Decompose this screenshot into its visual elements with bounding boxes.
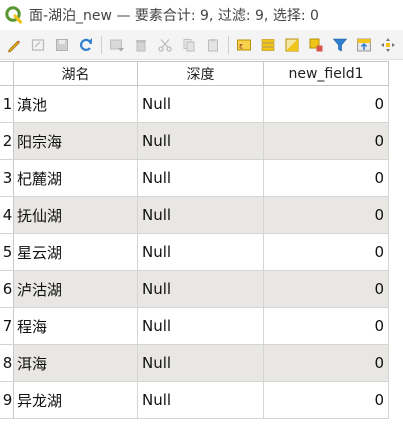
copy-button[interactable] (179, 35, 199, 55)
cell-new-field1[interactable]: 0 (264, 160, 389, 196)
toggle-editing-icon (8, 39, 21, 52)
cell-lake-name[interactable]: 泸沽湖 (14, 271, 138, 307)
invert-selection-icon (285, 38, 299, 51)
table-row[interactable]: 5 星云湖 Null 0 (0, 234, 389, 271)
svg-text:ε: ε (239, 41, 243, 50)
row-index[interactable]: 8 (0, 345, 14, 381)
toggle-multi-edit-button[interactable] (28, 35, 48, 55)
cell-lake-name[interactable]: 星云湖 (14, 234, 138, 270)
row-index[interactable]: 4 (0, 197, 14, 233)
cell-new-field1[interactable]: 0 (264, 86, 389, 122)
row-index[interactable]: 9 (0, 382, 14, 418)
pan-to-selected-icon (381, 37, 395, 52)
toolbar-separator (101, 35, 102, 54)
select-by-expression-icon: ε (237, 39, 251, 50)
save-edits-icon (56, 38, 68, 51)
reload-icon (79, 37, 93, 51)
column-header-depth[interactable]: 深度 (138, 62, 264, 85)
cell-lake-name[interactable]: 洱海 (14, 345, 138, 381)
cell-new-field1[interactable]: 0 (264, 123, 389, 159)
paste-icon (208, 38, 218, 51)
toggle-multi-edit-icon (31, 38, 45, 51)
row-index[interactable]: 7 (0, 308, 14, 344)
move-selection-to-top-button[interactable] (354, 35, 374, 55)
cell-depth[interactable]: Null (138, 234, 264, 270)
cell-depth[interactable]: Null (138, 345, 264, 381)
table-header-row: 湖名 深度 new_field1 (0, 62, 389, 86)
attribute-table-toolbar: ε (0, 30, 403, 60)
row-index[interactable]: 1 (0, 86, 14, 122)
table-row[interactable]: 2 阳宗海 Null 0 (0, 123, 389, 160)
add-feature-icon (110, 39, 124, 51)
deselect-all-icon (309, 38, 323, 51)
cut-icon (158, 38, 172, 52)
cell-lake-name[interactable]: 程海 (14, 308, 138, 344)
cell-new-field1[interactable]: 0 (264, 271, 389, 307)
cell-depth[interactable]: Null (138, 160, 264, 196)
delete-feature-button[interactable] (131, 35, 151, 55)
cell-depth[interactable]: Null (138, 197, 264, 233)
cell-lake-name[interactable]: 滇池 (14, 86, 138, 122)
reload-button[interactable] (76, 35, 96, 55)
cut-button[interactable] (155, 35, 175, 55)
select-all-icon (261, 38, 275, 51)
column-header-name[interactable]: 湖名 (14, 62, 138, 85)
row-index[interactable]: 6 (0, 271, 14, 307)
cell-new-field1[interactable]: 0 (264, 234, 389, 270)
table-row[interactable]: 6 泸沽湖 Null 0 (0, 271, 389, 308)
invert-selection-button[interactable] (282, 35, 302, 55)
cell-new-field1[interactable]: 0 (264, 382, 389, 418)
table-row[interactable]: 3 杞麓湖 Null 0 (0, 160, 389, 197)
filter-icon (332, 38, 348, 51)
cell-depth[interactable]: Null (138, 308, 264, 344)
table-row[interactable]: 1 滇池 Null 0 (0, 86, 389, 123)
cell-new-field1[interactable]: 0 (264, 345, 389, 381)
row-index[interactable]: 3 (0, 160, 14, 196)
row-index-header[interactable] (0, 62, 14, 85)
cell-new-field1[interactable]: 0 (264, 308, 389, 344)
cell-lake-name[interactable]: 阳宗海 (14, 123, 138, 159)
cell-new-field1[interactable]: 0 (264, 197, 389, 233)
column-header-new-field1[interactable]: new_field1 (264, 62, 389, 85)
cell-depth[interactable]: Null (138, 382, 264, 418)
paste-button[interactable] (203, 35, 223, 55)
add-feature-button[interactable] (107, 35, 127, 55)
pan-to-selected-button[interactable] (378, 35, 398, 55)
window-titlebar: 面-湖泊_new — 要素合计: 9, 过滤: 9, 选择: 0 (0, 0, 403, 30)
table-row[interactable]: 4 抚仙湖 Null 0 (0, 197, 389, 234)
row-index[interactable]: 2 (0, 123, 14, 159)
table-row[interactable]: 8 洱海 Null 0 (0, 345, 389, 382)
cell-lake-name[interactable]: 抚仙湖 (14, 197, 138, 233)
table-row[interactable]: 9 异龙湖 Null 0 (0, 382, 389, 419)
table-row[interactable]: 7 程海 Null 0 (0, 308, 389, 345)
filter-button[interactable] (330, 35, 350, 55)
cell-depth[interactable]: Null (138, 123, 264, 159)
toggle-editing-button[interactable] (4, 35, 24, 55)
delete-feature-icon (136, 39, 146, 51)
cell-lake-name[interactable]: 异龙湖 (14, 382, 138, 418)
cell-lake-name[interactable]: 杞麓湖 (14, 160, 138, 196)
cell-depth[interactable]: Null (138, 271, 264, 307)
window-title: 面-湖泊_new — 要素合计: 9, 过滤: 9, 选择: 0 (29, 8, 319, 24)
deselect-all-button[interactable] (306, 35, 326, 55)
row-index[interactable]: 5 (0, 234, 14, 270)
attribute-table: 湖名 深度 new_field1 1 滇池 Null 0 2 阳宗海 Null … (0, 61, 389, 419)
move-selection-to-top-icon (357, 38, 371, 51)
select-by-expression-button[interactable]: ε (234, 35, 254, 55)
cell-depth[interactable]: Null (138, 86, 264, 122)
copy-icon (183, 38, 195, 51)
save-edits-button[interactable] (52, 35, 72, 55)
select-all-button[interactable] (258, 35, 278, 55)
toolbar-separator (228, 35, 229, 54)
qgis-logo-icon (5, 6, 23, 24)
